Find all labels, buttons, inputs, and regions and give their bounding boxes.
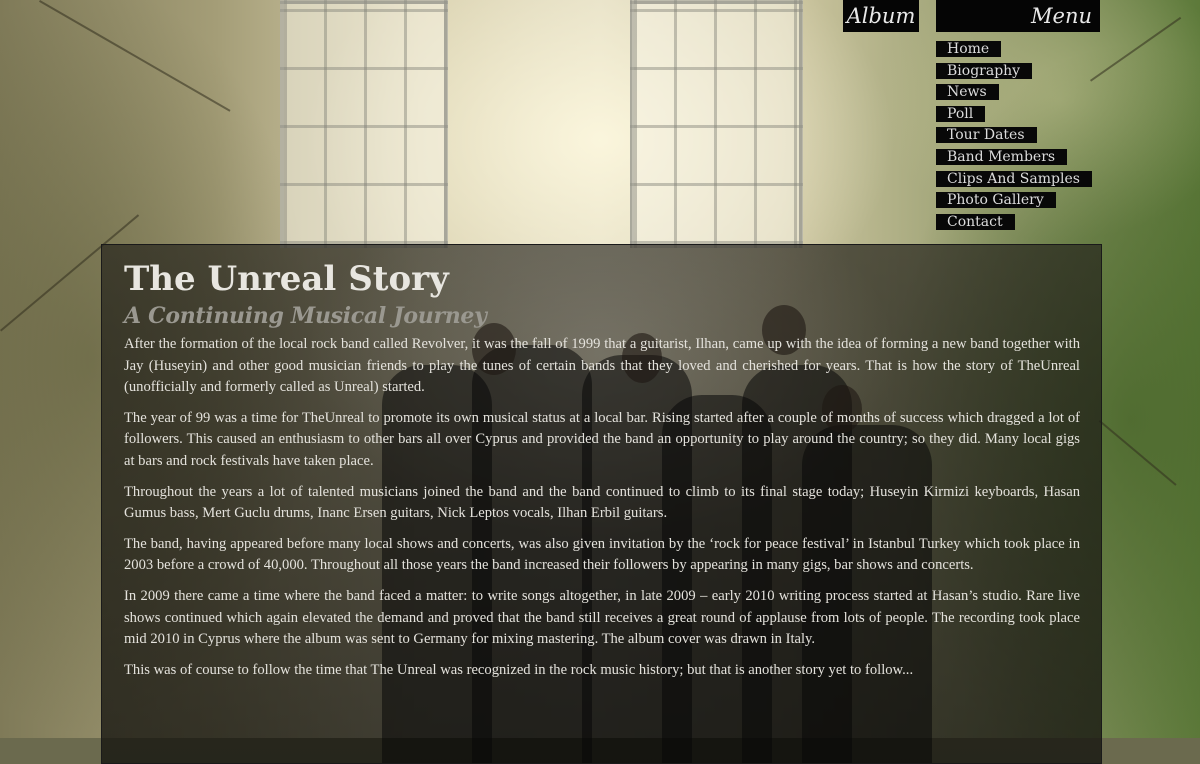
background-window-left — [280, 0, 448, 248]
menu-item-news[interactable]: News — [936, 84, 999, 101]
story-paragraph: This was of course to follow the time th… — [124, 661, 914, 678]
background-window-right — [630, 0, 803, 248]
main-menu: Home Biography News Poll Tour Dates Band… — [936, 41, 1092, 235]
story-paragraph: In 2009 there came a time where the band… — [124, 587, 1080, 648]
page-title: The Unreal Story — [124, 259, 449, 299]
story-panel: The Unreal Story A Continuing Musical Jo… — [101, 244, 1102, 764]
menu-item-contact[interactable]: Contact — [936, 213, 1015, 230]
menu-item-home[interactable]: Home — [936, 41, 1002, 57]
story-paragraph: Throughout the years a lot of talented m… — [124, 483, 1080, 522]
menu-tab[interactable]: Menu — [936, 0, 1100, 32]
page-subtitle: A Continuing Musical Journey — [124, 303, 487, 329]
menu-item-poll[interactable]: Poll — [936, 105, 986, 122]
album-tab[interactable]: Album — [843, 0, 919, 32]
menu-item-photo-gallery[interactable]: Photo Gallery — [936, 192, 1056, 209]
background-crack — [1098, 420, 1177, 486]
menu-item-clips-and-samples[interactable]: Clips And Samples — [936, 170, 1092, 187]
background-crack — [39, 0, 231, 112]
story-paragraph: The band, having appeared before many lo… — [124, 535, 1080, 574]
story-paragraph: After the formation of the local rock ba… — [124, 336, 1080, 396]
story-content: The Unreal Story A Continuing Musical Jo… — [124, 257, 1080, 690]
menu-item-biography[interactable]: Biography — [936, 62, 1033, 79]
menu-item-band-members[interactable]: Band Members — [936, 148, 1068, 165]
menu-item-tour-dates[interactable]: Tour Dates — [936, 127, 1037, 144]
story-paragraph: The year of 99 was a time for TheUnreal … — [124, 409, 1080, 469]
background-crack — [1090, 16, 1182, 82]
